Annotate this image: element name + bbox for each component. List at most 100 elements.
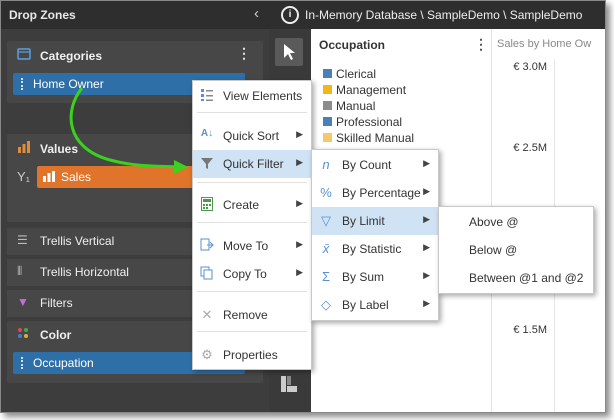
submenu-arrow-icon: ▶ — [296, 157, 303, 167]
by-limit-submenu: Above @ Below @ Between @1 and @2 — [438, 206, 594, 294]
legend-label: Clerical — [336, 67, 377, 81]
legend-swatch — [323, 133, 332, 142]
cursor-icon — [284, 44, 295, 60]
menu-item-label: By Percentage — [342, 186, 421, 200]
menu-item-by-count[interactable]: n By Count ▶ — [312, 151, 438, 179]
y-tick-label: € 3.0M — [513, 61, 547, 73]
menu-separator — [197, 182, 307, 183]
drag-handle-icon[interactable] — [21, 78, 26, 90]
legend-label: Skilled Manual — [336, 131, 415, 145]
trellis-vertical-icon: ☰ — [17, 233, 28, 247]
move-icon — [199, 238, 215, 254]
legend-item[interactable]: Manual — [323, 99, 375, 113]
legend-title: Occupation — [319, 38, 386, 52]
menu-item-label: Quick Sort — [223, 129, 280, 143]
context-menu: View Elements A↓ Quick Sort ▶ Quick Filt… — [192, 80, 312, 370]
menu-item-above[interactable]: Above @ — [439, 208, 593, 236]
count-icon: n — [322, 157, 330, 172]
submenu-arrow-icon: ▶ — [296, 239, 303, 249]
menu-item-label: By Label — [342, 298, 389, 312]
menu-item-by-sum[interactable]: Σ By Sum ▶ — [312, 263, 438, 291]
menu-item-label: By Limit — [342, 214, 385, 228]
info-icon[interactable]: i — [281, 6, 299, 24]
percentage-icon: % — [320, 185, 332, 200]
menu-item-view-elements[interactable]: View Elements — [193, 82, 311, 110]
menu-item-remove[interactable]: ✕ Remove — [193, 301, 311, 329]
menu-item-label: View Elements — [223, 89, 303, 103]
y-tick-label: € 2.5M — [513, 142, 547, 154]
sort-icon: A↓ — [200, 128, 214, 139]
legend-menu-icon[interactable]: ⋮ — [474, 36, 488, 53]
menu-item-between[interactable]: Between @1 and @2 — [439, 264, 593, 292]
drag-arrow — [69, 87, 188, 174]
submenu-arrow-icon: ▶ — [423, 186, 430, 196]
collapse-panel-icon[interactable]: ‹ — [254, 5, 259, 22]
legend-item[interactable]: Skilled Manual — [323, 131, 414, 145]
menu-item-label: By Statistic — [342, 242, 402, 256]
submenu-arrow-icon: ▶ — [296, 198, 303, 208]
menu-item-label: Between @1 and @2 — [469, 271, 584, 285]
menu-item-by-label[interactable]: ◇ By Label ▶ — [312, 291, 438, 319]
chart-title: Sales by Home Ow — [497, 38, 592, 50]
trellis-horizontal-icon: ⦀ — [17, 264, 23, 278]
gear-icon: ⚙ — [201, 347, 213, 362]
submenu-arrow-icon: ▶ — [296, 129, 303, 139]
color-label: Color — [40, 328, 72, 342]
menu-item-move-to[interactable]: Move To ▶ — [193, 232, 311, 260]
menu-item-by-percentage[interactable]: % By Percentage ▶ — [312, 179, 438, 207]
menu-item-properties[interactable]: ⚙ Properties — [193, 341, 311, 369]
legend-item[interactable]: Clerical — [323, 67, 376, 81]
submenu-arrow-icon: ▶ — [296, 267, 303, 277]
menu-item-quick-sort[interactable]: A↓ Quick Sort ▶ — [193, 122, 311, 150]
filters-label: Filters — [40, 296, 73, 310]
y-axis-glyph: Y₁ — [17, 169, 31, 184]
statistic-icon: x̄ — [322, 241, 330, 256]
menu-separator — [197, 222, 307, 223]
menu-item-label: Move To — [223, 239, 269, 253]
menu-item-by-statistic[interactable]: x̄ By Statistic ▶ — [312, 235, 438, 263]
filter-icon: ▼ — [17, 295, 29, 309]
view-elements-icon — [199, 88, 215, 104]
drag-handle-icon[interactable] — [21, 357, 26, 369]
legend-item[interactable]: Professional — [323, 115, 402, 129]
legend-label: Professional — [336, 115, 403, 129]
menu-item-label: Quick Filter — [223, 157, 284, 171]
legend-label: Management — [336, 83, 407, 97]
legend-label: Manual — [336, 99, 376, 113]
limit-icon: ▽ — [321, 213, 331, 228]
menu-item-label: Copy To — [223, 267, 267, 281]
menu-item-by-limit[interactable]: ▽ By Limit ▶ — [312, 207, 438, 235]
legend-swatch — [323, 85, 332, 94]
menu-item-label: Create — [223, 198, 260, 212]
menu-separator — [197, 112, 307, 113]
menu-item-label: Properties — [223, 348, 278, 362]
menu-item-quick-filter[interactable]: Quick Filter ▶ — [193, 150, 311, 178]
menu-item-label: By Sum — [342, 270, 385, 284]
menu-item-label: Below @ — [469, 243, 518, 257]
trellis-vertical-label: Trellis Vertical — [40, 234, 115, 248]
pointer-tool-button[interactable] — [275, 38, 303, 66]
trellis-horizontal-label: Trellis Horizontal — [40, 265, 129, 279]
layout-icon — [281, 376, 297, 392]
submenu-arrow-icon: ▶ — [423, 158, 430, 168]
y-tick-label: € 1.5M — [513, 324, 547, 336]
menu-item-label: Above @ — [469, 215, 519, 229]
menu-separator — [197, 331, 307, 332]
menu-item-copy-to[interactable]: Copy To ▶ — [193, 260, 311, 288]
report-path-bar: i In-Memory Database \ SampleDemo \ Samp… — [269, 1, 605, 29]
menu-item-create[interactable]: Create ▶ — [193, 191, 311, 219]
bar-chart-icon — [17, 141, 31, 156]
submenu-arrow-icon: ▶ — [423, 242, 430, 252]
layout-tool-button[interactable] — [275, 371, 303, 399]
copy-icon — [199, 266, 215, 282]
quick-filter-submenu: n By Count ▶ % By Percentage ▶ ▽ By Limi… — [311, 149, 439, 321]
legend-swatch — [323, 69, 332, 78]
categories-menu-icon[interactable]: ⋮ — [237, 45, 251, 62]
label-tag-icon: ◇ — [321, 297, 331, 312]
filter-icon — [199, 156, 215, 172]
legend-item[interactable]: Management — [323, 83, 406, 97]
report-path: In-Memory Database \ SampleDemo \ Sample… — [305, 8, 583, 22]
remove-icon: ✕ — [201, 307, 213, 322]
menu-item-label: By Count — [342, 158, 392, 172]
menu-item-below[interactable]: Below @ — [439, 236, 593, 264]
